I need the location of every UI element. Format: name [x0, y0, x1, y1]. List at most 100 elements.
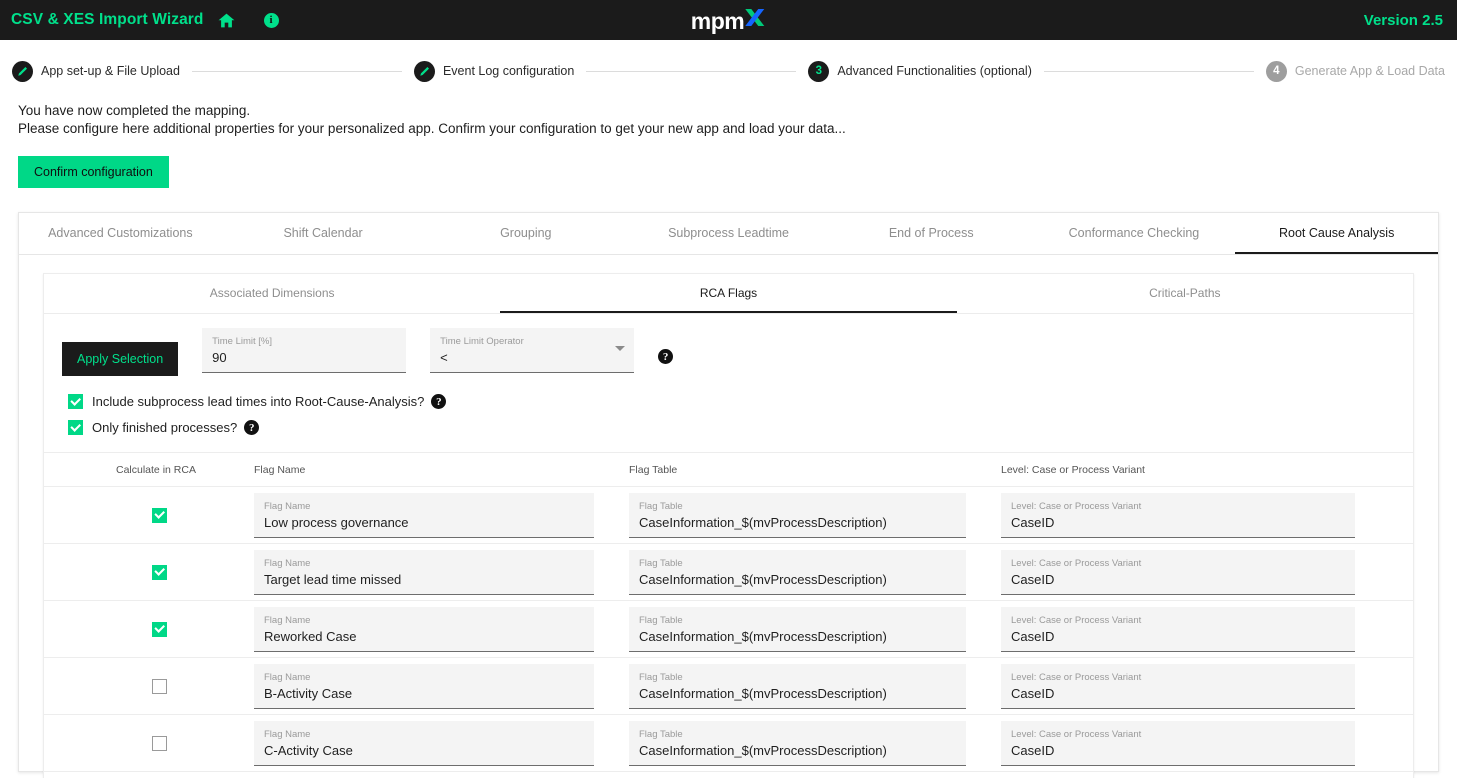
- rca-options: Include subprocess lead times into Root-…: [44, 376, 1413, 435]
- row-4-flag-name-label: Flag Name: [264, 728, 311, 740]
- step-connector-1: [191, 70, 402, 72]
- row-3-calculate-checkbox[interactable]: [152, 678, 167, 694]
- row-0-calculate-checkbox[interactable]: [152, 507, 167, 523]
- table-header-row: Calculate in RCA Flag Name Flag Table Le…: [44, 453, 1413, 486]
- row-1-flag-table-input[interactable]: Flag Table CaseInformation_$(mvProcessDe…: [629, 549, 966, 595]
- step-3-label: Advanced Functionalities (optional): [837, 64, 1032, 78]
- table-row-partial: [44, 771, 1413, 778]
- confirm-configuration-button[interactable]: Confirm configuration: [18, 156, 169, 188]
- option-only-finished-label: Only finished processes?: [92, 420, 238, 435]
- step-4-number: 4: [1265, 60, 1287, 82]
- row-0-flag-name-cell: Flag Name Low process governance: [254, 492, 629, 538]
- row-0-level-value: CaseID: [1011, 514, 1055, 530]
- home-icon[interactable]: [218, 13, 235, 28]
- table-row: Flag Name C-Activity Case Flag Table Cas…: [44, 714, 1413, 771]
- checkbox-only-finished-processes[interactable]: [68, 420, 83, 435]
- row-2-flag-name-input[interactable]: Flag Name Reworked Case: [254, 606, 594, 652]
- intro-line-1: You have now completed the mapping.: [18, 103, 251, 118]
- row-2-flag-name-cell: Flag Name Reworked Case: [254, 606, 629, 652]
- row-4-flag-name-input[interactable]: Flag Name C-Activity Case: [254, 720, 594, 766]
- row-1-flag-table-cell: Flag Table CaseInformation_$(mvProcessDe…: [629, 549, 1001, 595]
- step-connector-3: [1043, 70, 1254, 72]
- rca-sub-tab-bar: Associated Dimensions RCA Flags Critical…: [44, 274, 1413, 314]
- row-1-level-input[interactable]: Level: Case or Process Variant CaseID: [1001, 549, 1355, 595]
- row-3-flag-name-input[interactable]: Flag Name B-Activity Case: [254, 663, 594, 709]
- help-icon-include-subprocess[interactable]: ?: [431, 394, 447, 409]
- tab-shift-calendar[interactable]: Shift Calendar: [222, 213, 425, 254]
- header-level: Level: Case or Process Variant: [1001, 463, 1145, 476]
- help-icon-only-finished[interactable]: ?: [244, 420, 260, 435]
- row-2-flag-table-input[interactable]: Flag Table CaseInformation_$(mvProcessDe…: [629, 606, 966, 652]
- tab-advanced-customizations[interactable]: Advanced Customizations: [19, 213, 222, 254]
- row-4-flag-table-input[interactable]: Flag Table CaseInformation_$(mvProcessDe…: [629, 720, 966, 766]
- step-app-setup[interactable]: App set-up & File Upload: [12, 60, 180, 82]
- row-3-flag-name-value: B-Activity Case: [264, 685, 353, 701]
- row-0-flag-table-label: Flag Table: [639, 500, 683, 512]
- step-1-edit-icon: [12, 60, 33, 82]
- info-icon[interactable]: i: [263, 12, 279, 28]
- row-3-level-input[interactable]: Level: Case or Process Variant CaseID: [1001, 663, 1355, 709]
- row-4-level-input[interactable]: Level: Case or Process Variant CaseID: [1001, 720, 1355, 766]
- header-calculate-in-rca: Calculate in RCA: [116, 463, 196, 476]
- step-1-label: App set-up & File Upload: [41, 64, 180, 78]
- row-1-flag-table-label: Flag Table: [639, 557, 683, 569]
- option-only-finished-processes[interactable]: Only finished processes? ?: [68, 420, 1413, 435]
- time-limit-input[interactable]: Time Limit [%] 90: [202, 328, 407, 373]
- row-3-flag-name-cell: Flag Name B-Activity Case: [254, 663, 629, 709]
- row-2-level-input[interactable]: Level: Case or Process Variant CaseID: [1001, 606, 1355, 652]
- subtab-critical-paths[interactable]: Critical-Paths: [957, 274, 1413, 313]
- row-2-level-value: CaseID: [1011, 628, 1055, 644]
- row-4-level-cell: Level: Case or Process Variant CaseID: [1001, 720, 1413, 766]
- row-0-flag-table-input[interactable]: Flag Table CaseInformation_$(mvProcessDe…: [629, 492, 966, 538]
- row-0-flag-table-value: CaseInformation_$(mvProcessDescription): [639, 514, 887, 530]
- tab-root-cause-analysis[interactable]: Root Cause Analysis: [1235, 213, 1439, 254]
- row-3-level-value: CaseID: [1011, 685, 1055, 701]
- step-generate-app[interactable]: 4 Generate App & Load Data: [1265, 60, 1445, 82]
- row-0-flag-name-value: Low process governance: [264, 514, 409, 530]
- step-event-log-config[interactable]: Event Log configuration: [413, 60, 574, 82]
- app-title: CSV & XES Import Wizard: [11, 11, 204, 28]
- row-3-flag-table-input[interactable]: Flag Table CaseInformation_$(mvProcessDe…: [629, 663, 966, 709]
- row-0-flag-table-cell: Flag Table CaseInformation_$(mvProcessDe…: [629, 492, 1001, 538]
- row-2-level-cell: Level: Case or Process Variant CaseID: [1001, 606, 1413, 652]
- step-4-label: Generate App & Load Data: [1294, 64, 1445, 78]
- row-1-flag-name-value: Target lead time missed: [264, 571, 402, 587]
- row-4-level-value: CaseID: [1011, 742, 1055, 758]
- row-0-flag-name-input[interactable]: Flag Name Low process governance: [254, 492, 594, 538]
- tab-end-of-process[interactable]: End of Process: [830, 213, 1033, 254]
- row-3-flag-name-label: Flag Name: [264, 671, 311, 683]
- tab-subprocess-leadtime[interactable]: Subprocess Leadtime: [627, 213, 830, 254]
- help-icon-time-limit[interactable]: ?: [658, 349, 674, 364]
- row-2-level-label: Level: Case or Process Variant: [1011, 614, 1142, 626]
- row-2-flag-table-label: Flag Table: [639, 614, 683, 626]
- row-3-flag-table-label: Flag Table: [639, 671, 683, 683]
- row-1-level-cell: Level: Case or Process Variant CaseID: [1001, 549, 1413, 595]
- row-0-calculate-cell: [44, 507, 254, 523]
- row-4-calculate-checkbox[interactable]: [152, 735, 167, 751]
- subtab-associated-dimensions[interactable]: Associated Dimensions: [44, 274, 500, 313]
- row-0-level-input[interactable]: Level: Case or Process Variant CaseID: [1001, 492, 1355, 538]
- rca-controls-row: Apply Selection Time Limit [%] 90 Time L…: [44, 314, 1413, 376]
- subtab-rca-flags[interactable]: RCA Flags: [500, 274, 957, 313]
- row-2-flag-table-value: CaseInformation_$(mvProcessDescription): [639, 628, 887, 644]
- time-limit-operator-value: <: [440, 350, 448, 365]
- option-include-subprocess-leadtimes[interactable]: Include subprocess lead times into Root-…: [68, 394, 1413, 409]
- time-limit-operator-select[interactable]: Time Limit Operator <: [430, 328, 635, 373]
- row-2-calculate-checkbox[interactable]: [152, 621, 167, 637]
- checkbox-include-subprocess-leadtimes[interactable]: [68, 394, 83, 409]
- row-2-flag-table-cell: Flag Table CaseInformation_$(mvProcessDe…: [629, 606, 1001, 652]
- row-1-flag-name-label: Flag Name: [264, 557, 311, 569]
- row-0-level-label: Level: Case or Process Variant: [1011, 500, 1142, 512]
- row-3-level-cell: Level: Case or Process Variant CaseID: [1001, 663, 1413, 709]
- row-1-flag-name-input[interactable]: Flag Name Target lead time missed: [254, 549, 594, 595]
- row-2-flag-name-value: Reworked Case: [264, 628, 357, 644]
- apply-selection-button[interactable]: Apply Selection: [62, 342, 179, 376]
- row-1-calculate-checkbox[interactable]: [152, 564, 167, 580]
- chevron-down-icon[interactable]: [615, 346, 626, 351]
- step-connector-2: [586, 70, 797, 72]
- row-4-calculate-cell: [44, 735, 254, 751]
- tab-conformance-checking[interactable]: Conformance Checking: [1033, 213, 1236, 254]
- tab-grouping[interactable]: Grouping: [424, 213, 627, 254]
- step-advanced-functionalities[interactable]: 3 Advanced Functionalities (optional): [808, 60, 1032, 82]
- row-3-level-label: Level: Case or Process Variant: [1011, 671, 1142, 683]
